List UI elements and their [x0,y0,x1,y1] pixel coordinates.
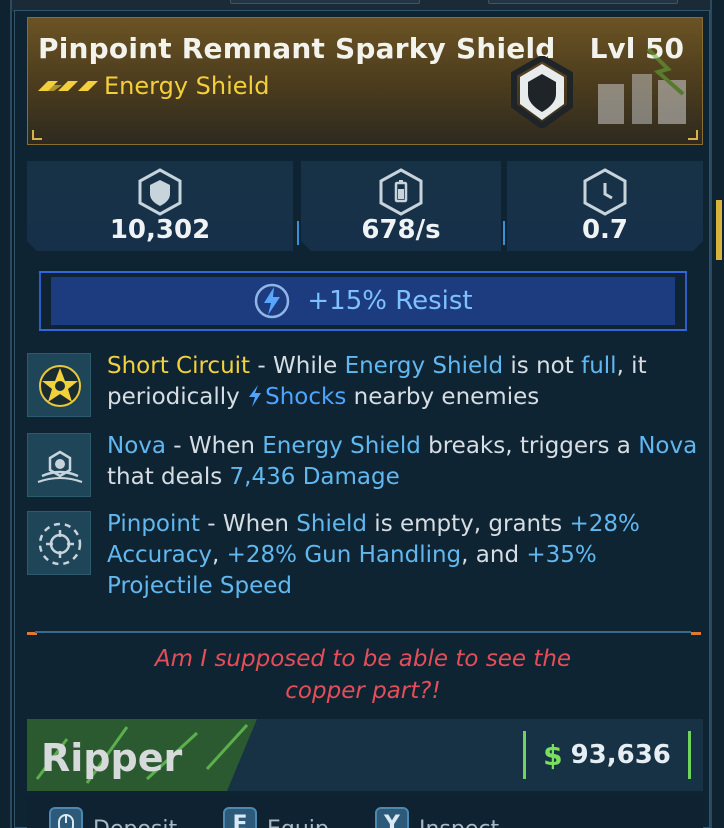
manufacturer-art [598,47,686,124]
perk-description: Pinpoint - When Shield is empty, grants … [107,509,707,602]
stats-row: 10,302 678/s 0.7 [27,161,703,253]
manufacturer-name: Ripper [41,736,182,780]
flavor-text: Am I supposed to be able to see the copp… [15,643,711,707]
background-tab [230,0,420,4]
perk-text: is not [503,353,582,379]
stat-capacity: 10,302 [27,161,293,251]
deposit-action[interactable]: Deposit [49,807,177,828]
item-footer: Ripper $ 93,636 [27,719,703,791]
item-card: Pinpoint Remnant Sparky Shield Lvl 50 En… [14,10,710,828]
perk-keyword: Energy Shield [344,353,504,379]
separator-dash [691,632,701,635]
perk-name: Nova [107,433,166,459]
perk-nova: Nova - When Energy Shield breaks, trigge… [27,431,703,497]
perk-text: breaks, triggers a [420,433,639,459]
perk-description: Nova - When Energy Shield breaks, trigge… [107,431,707,493]
perk-text: - When [165,433,263,459]
perk-name: Short Circuit [107,353,251,379]
shock-icon [249,385,262,407]
frame-corner [688,130,698,140]
pinpoint-perk-icon [38,522,82,566]
nova-perk-icon [37,450,83,483]
divider [297,221,299,245]
inspect-action[interactable]: Y Inspect [375,807,499,828]
flavor-line: copper part?! [285,678,441,704]
ripper-logo: Ripper [27,719,257,791]
perk-text: , [212,542,227,568]
shock-element-icon [255,283,290,319]
perk-text: - While [250,353,345,379]
stat-recharge-rate: 678/s [301,161,501,251]
deposit-key-icon [49,807,83,828]
dollar-icon: $ [543,738,563,772]
perk-description: Short Circuit - While Energy Shield is n… [107,351,707,413]
flavor-line: Am I supposed to be able to see the [154,646,572,672]
recharge-rate-icon [376,167,426,217]
frame-corner [32,130,42,140]
perk-keyword: full [581,353,617,379]
perk-keyword: +28% Gun Handling [226,542,462,568]
short-circuit-perk-icon [39,365,81,407]
perk-text: is empty, grants [367,511,570,537]
scroll-marker [716,200,722,260]
action-label: Deposit [93,807,177,828]
perk-text: nearby enemies [346,384,540,410]
item-type: Energy Shield [104,72,270,100]
action-label: Inspect [419,807,499,828]
perk-icon-box [27,433,91,497]
stat-recharge-delay: 0.7 [507,161,703,251]
perk-keyword: Energy Shield [262,433,421,459]
stat-value: 10,302 [109,215,211,245]
perk-keyword: Nova [638,433,698,459]
recharge-delay-icon [580,167,630,217]
shield-type-icon [511,56,573,128]
perk-icon-box [27,511,91,575]
perk-pinpoint: Pinpoint - When Shield is empty, grants … [27,509,703,605]
perk-keyword: 7,436 Damage [229,464,400,490]
equip-action[interactable]: E Equip [223,807,329,828]
perk-keyword: Shield [296,511,367,537]
resist-frame: +15% Resist [39,271,687,331]
right-rail [710,0,724,828]
rarity-chevron-icon [38,81,98,91]
stat-value: 678/s [361,215,441,245]
price-display: $ 93,636 [523,731,691,779]
resist-bar: +15% Resist [51,277,675,325]
resist-value: +15% Resist [307,286,473,316]
perk-name: Pinpoint [107,511,200,537]
shield-capacity-icon [135,167,185,217]
stat-value: 0.7 [581,215,629,245]
perk-short-circuit: Short Circuit - While Energy Shield is n… [27,351,703,417]
equip-key-icon: E [223,807,257,828]
separator [35,631,691,633]
action-bar: Deposit E Equip Y Inspect [27,797,703,828]
perk-text: , and [461,542,527,568]
left-rail [0,0,12,828]
background-tab [488,0,678,4]
perk-text: - When [200,511,297,537]
perk-text: that deals [107,464,230,490]
action-label: Equip [267,807,329,828]
inspect-key-icon: Y [375,807,409,828]
price-value: 93,636 [570,740,671,770]
perk-icon-box [27,353,91,417]
item-header: Pinpoint Remnant Sparky Shield Lvl 50 En… [27,17,703,145]
item-name: Pinpoint Remnant Sparky Shield [38,32,556,65]
perk-keyword: Shocks [265,384,347,410]
divider [503,221,505,245]
